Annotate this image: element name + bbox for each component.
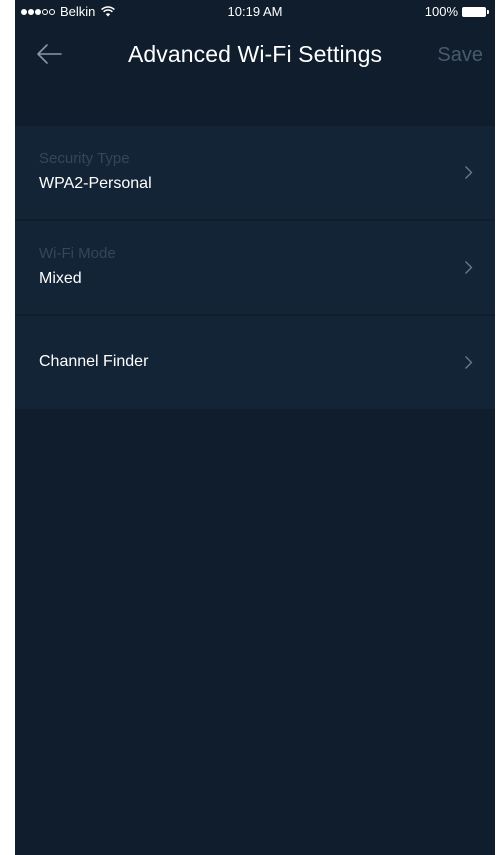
- security-type-label: Security Type: [39, 150, 130, 167]
- battery-icon: [462, 6, 489, 17]
- save-button[interactable]: Save: [437, 44, 483, 67]
- navigation-bar: Advanced Wi-Fi Settings Save: [15, 24, 495, 86]
- status-right: 100%: [425, 4, 489, 19]
- wifi-mode-label: Wi-Fi Mode: [39, 245, 116, 262]
- status-bar: Belkin 10:19 AM 100%: [15, 0, 495, 24]
- app-screen: Belkin 10:19 AM 100% Advanced Wi-Fi Sett…: [15, 0, 495, 855]
- status-time: 10:19 AM: [227, 4, 283, 19]
- channel-finder-row[interactable]: Channel Finder: [15, 316, 495, 409]
- battery-percentage: 100%: [424, 4, 458, 19]
- channel-finder-label: Channel Finder: [39, 353, 149, 370]
- chevron-right-icon: [465, 356, 473, 369]
- security-type-value: WPA2-Personal: [39, 175, 152, 192]
- security-type-row[interactable]: Security Type WPA2-Personal: [15, 126, 495, 219]
- chevron-right-icon: [465, 261, 473, 274]
- wifi-mode-row[interactable]: Wi-Fi Mode Mixed: [15, 221, 495, 314]
- wifi-mode-value: Mixed: [39, 270, 82, 287]
- settings-list: Security Type WPA2-Personal Wi-Fi Mode M…: [15, 126, 495, 411]
- chevron-right-icon: [465, 166, 473, 179]
- page-title: Advanced Wi-Fi Settings: [127, 41, 383, 67]
